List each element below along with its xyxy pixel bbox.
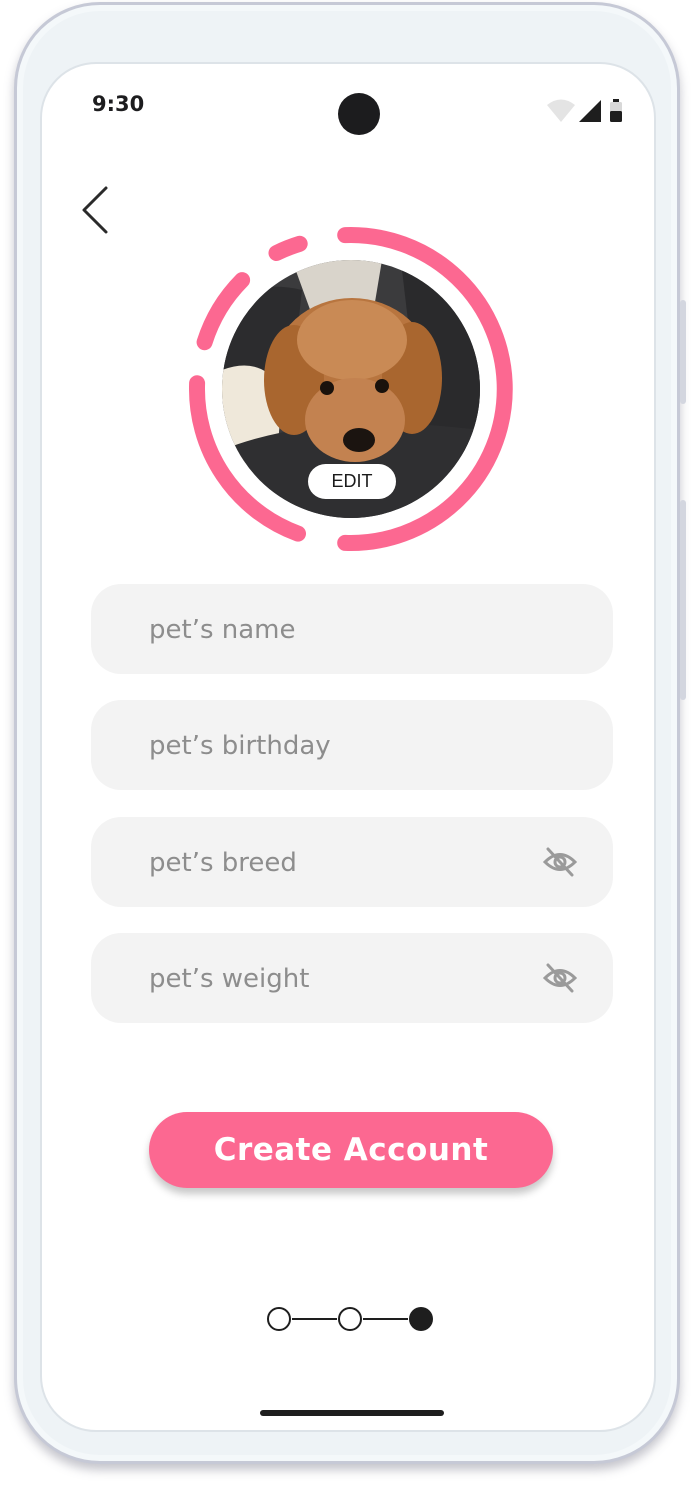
pet-avatar: EDIT (186, 224, 516, 554)
back-button[interactable] (76, 182, 116, 238)
home-indicator[interactable] (260, 1410, 444, 1416)
pet-breed-input[interactable] (147, 817, 531, 909)
status-time: 9:30 (92, 92, 145, 116)
pet-weight-field[interactable] (91, 933, 613, 1025)
progress-stepper (267, 1307, 433, 1331)
step-1-dot (267, 1307, 291, 1331)
status-icons (547, 99, 622, 122)
create-account-button[interactable]: Create Account (149, 1112, 553, 1188)
volume-button (680, 500, 686, 700)
cellular-signal-icon (579, 100, 601, 122)
step-2-dot (338, 1307, 362, 1331)
pet-birthday-input[interactable] (147, 700, 531, 792)
eye-off-icon[interactable] (543, 846, 577, 878)
chevron-left-icon (82, 186, 108, 234)
edit-photo-button[interactable]: EDIT (308, 464, 396, 499)
battery-icon (610, 99, 622, 122)
pet-birthday-field[interactable] (91, 700, 613, 792)
eye-off-icon[interactable] (543, 962, 577, 994)
power-button (680, 300, 686, 404)
front-camera (338, 93, 380, 135)
pet-name-input[interactable] (147, 584, 531, 676)
app-screen: 9:30 EDIT pet’s name pet’s birthday pet’… (40, 62, 656, 1432)
wifi-icon (547, 99, 575, 122)
step-3-dot (409, 1307, 433, 1331)
pet-name-field[interactable] (91, 584, 613, 676)
pet-breed-field[interactable] (91, 817, 613, 909)
pet-weight-input[interactable] (147, 933, 531, 1025)
